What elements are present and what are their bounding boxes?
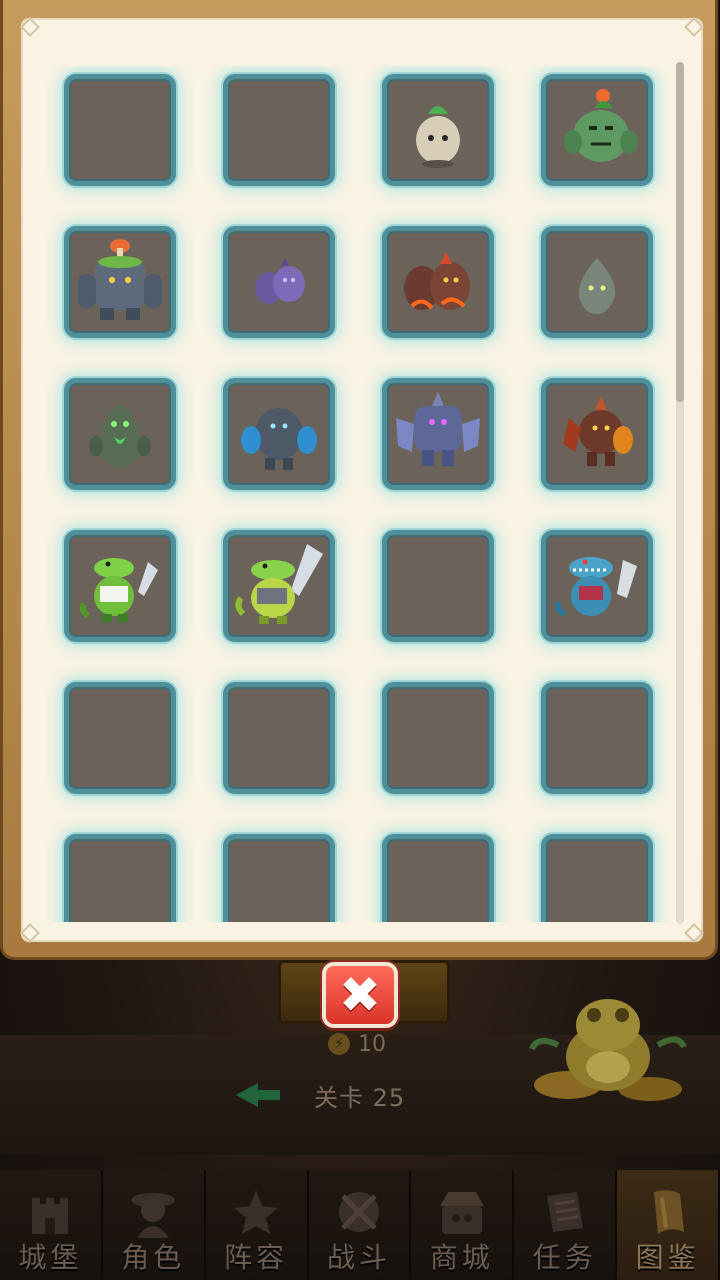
croc-warrior-monster-icon: [79, 558, 158, 622]
nav-label-castle: 城堡: [18, 1241, 83, 1274]
quest-scroll-icon: [546, 1192, 583, 1232]
moss-rune-golem-monster-icon: [89, 404, 151, 468]
nav-label-quest: 任务: [532, 1241, 597, 1274]
nav-tab-quest[interactable]: 任务: [514, 1170, 618, 1280]
corner-ornament: [684, 923, 704, 943]
codex-slot-blue-crystal-golem[interactable]: [223, 378, 335, 490]
codex-slot-empty[interactable]: [382, 834, 494, 922]
close-button[interactable]: ✖: [322, 962, 398, 1028]
corner-ornament: [684, 17, 704, 37]
corner-ornament: [20, 17, 40, 37]
previous-stage-arrow-icon[interactable]: [236, 1079, 282, 1111]
grey-pebble-monster-icon: [578, 258, 616, 314]
shop-icon: [439, 1192, 484, 1234]
lightning-icon: ⚡: [328, 1033, 350, 1055]
codex-slot-blue-croc-butcher[interactable]: [541, 530, 653, 642]
flower-golem-monster-icon: [564, 89, 638, 162]
codex-slot-empty[interactable]: [382, 682, 494, 794]
codex-slot-empty[interactable]: [541, 834, 653, 922]
nav-tab-hero[interactable]: 角色: [102, 1170, 206, 1280]
close-icon: ✖: [339, 966, 381, 1024]
codex-slot-croc-warrior[interactable]: [64, 530, 176, 642]
castle-icon: [32, 1198, 69, 1234]
nav-label-formation: 阵容: [224, 1241, 289, 1274]
battle-icon: [339, 1192, 379, 1232]
codex-slot-lava-rock-imps[interactable]: [382, 226, 494, 338]
codex-slot-purple-crystal-titan[interactable]: [382, 378, 494, 490]
codex-slot-stone-sprout[interactable]: [382, 74, 494, 186]
codex-slot-empty[interactable]: [382, 530, 494, 642]
codex-slot-purple-rock-imps[interactable]: [223, 226, 335, 338]
nav-tab-castle[interactable]: 城堡: [0, 1170, 103, 1280]
lava-rock-imps-monster-icon: [404, 252, 470, 310]
codex-slot-empty[interactable]: [223, 834, 335, 922]
codex-slot-armored-croc[interactable]: [223, 530, 335, 642]
purple-rock-imps-monster-icon: [255, 258, 305, 304]
codex-slot-moss-rune-golem[interactable]: [64, 378, 176, 490]
codex-slot-empty[interactable]: [64, 74, 176, 186]
blue-croc-butcher-monster-icon: [554, 557, 637, 617]
golden-toad-icon: [529, 999, 687, 1101]
nav-label-shop: 商城: [429, 1241, 494, 1274]
purple-crystal-titan-monster-icon: [396, 392, 480, 466]
codex-slot-flower-golem[interactable]: [541, 74, 653, 186]
armored-croc-monster-icon: [235, 544, 323, 624]
stage-label: 关卡 25: [314, 1083, 406, 1112]
nav-tab-formation[interactable]: 阵容: [205, 1170, 309, 1280]
codex-slot-mushroom-golem[interactable]: [64, 226, 176, 338]
hero-icon: [131, 1193, 176, 1238]
codex-slot-empty[interactable]: [64, 834, 176, 922]
magma-spike-golem-monster-icon: [563, 396, 633, 466]
nav-tab-battle[interactable]: 战斗: [308, 1170, 412, 1280]
blue-crystal-golem-monster-icon: [241, 408, 317, 470]
nav-tab-shop[interactable]: 商城: [411, 1170, 515, 1280]
codex-slot-empty[interactable]: [223, 74, 335, 186]
codex-slot-empty[interactable]: [541, 682, 653, 794]
codex-slot-empty[interactable]: [223, 682, 335, 794]
codex-slot-magma-spike-golem[interactable]: [541, 378, 653, 490]
codex-slot-grey-pebble[interactable]: [541, 226, 653, 338]
codex-slot-empty[interactable]: [64, 682, 176, 794]
codex-scrollbar[interactable]: [676, 62, 684, 924]
energy-value: 10: [358, 1031, 386, 1057]
mushroom-golem-monster-icon: [78, 239, 162, 320]
stone-sprout-monster-icon: [416, 106, 460, 168]
bottom-navigation: 城堡 角色 阵容 战斗 商城 任务 图鉴: [0, 1170, 720, 1280]
codex-grid-viewport[interactable]: [40, 66, 670, 922]
formation-icon: [234, 1190, 279, 1234]
nav-label-battle: 战斗: [327, 1241, 392, 1274]
corner-ornament: [20, 923, 40, 943]
stage-selector: 关卡 25: [236, 1070, 436, 1120]
codex-grid: [64, 74, 670, 922]
nav-label-hero: 角色: [121, 1241, 186, 1274]
codex-scroll-thumb[interactable]: [676, 62, 684, 402]
nav-tab-codex[interactable]: 图鉴: [617, 1170, 720, 1280]
nav-label-codex: 图鉴: [635, 1241, 700, 1274]
codex-icon: [653, 1190, 684, 1234]
energy-cost: ⚡ 10: [328, 1030, 386, 1058]
